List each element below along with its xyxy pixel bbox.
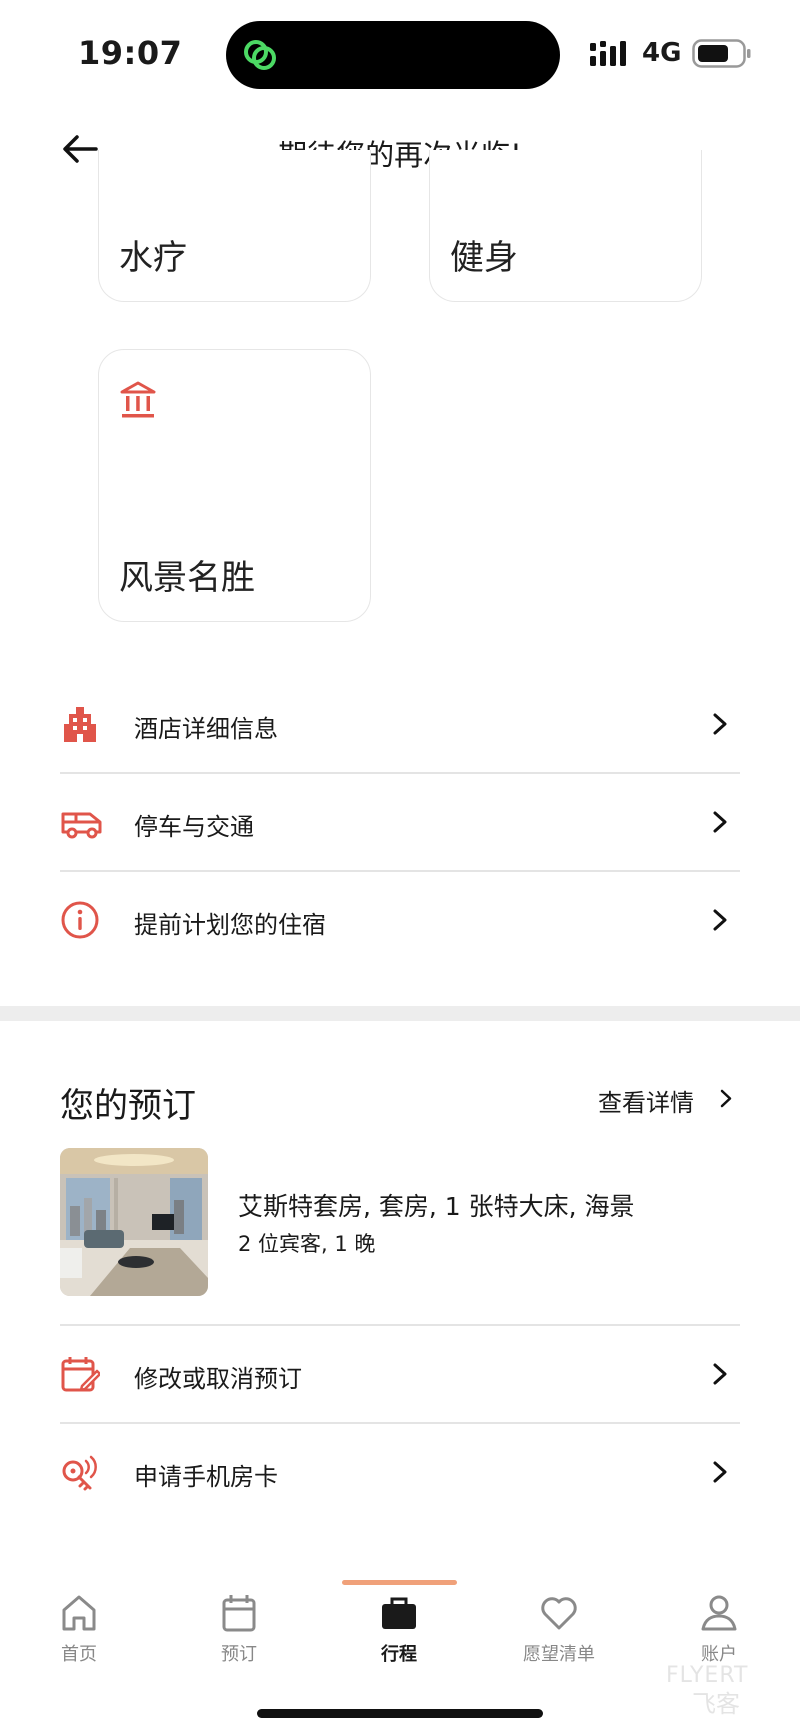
network-type: 4G [642,38,682,68]
chevron-right-icon [713,811,727,833]
svg-text:FLYERT: FLYERT [666,1663,748,1688]
tab-label: 首页 [61,1644,97,1665]
mobile-key-icon [62,1455,97,1491]
amenity-card-label: 健身 [450,238,518,278]
row-label: 酒店详细信息 [134,715,278,743]
battery-icon [692,39,751,68]
info-icon [61,901,99,939]
row-label: 申请手机房卡 [134,1463,278,1491]
chevron-right-icon [713,909,727,931]
row-hotel-details[interactable]: 酒店详细信息 [60,675,740,773]
status-time: 19:07 [78,34,183,72]
app-activity-icon [244,40,276,70]
landmark-icon [120,381,156,418]
room-thumbnail[interactable] [60,1148,208,1296]
svg-text:飞客: 飞客 [692,1690,740,1718]
tab-wishlist[interactable]: 愿望清单 [504,1592,614,1672]
row-label: 修改或取消预订 [134,1365,302,1393]
dynamic-island [226,21,560,89]
section-separator [0,1006,800,1021]
tab-label: 行程 [381,1644,417,1665]
amenity-card-label: 风景名胜 [119,558,255,598]
row-plan-stay[interactable]: 提前计划您的住宿 [60,871,740,969]
home-icon [62,1595,96,1631]
room-name: 艾斯特套房, 套房, 1 张特大床, 海景 [238,1192,635,1221]
amenity-card-spa[interactable]: 水疗 [98,150,371,302]
heart-icon [541,1597,577,1630]
chevron-right-icon [713,1363,727,1385]
home-indicator [257,1709,543,1718]
tab-home[interactable]: 首页 [24,1592,134,1672]
row-mobile-key[interactable]: 申请手机房卡 [60,1423,740,1521]
row-label: 停车与交通 [134,813,254,841]
chevron-right-icon[interactable] [720,1089,732,1108]
chevron-right-icon [713,1461,727,1483]
tab-bookings[interactable]: 预订 [184,1592,294,1672]
building-icon [64,707,96,742]
van-icon [61,812,102,839]
amenity-card-label: 水疗 [119,238,187,278]
status-bar: 19:07 4G [0,0,800,100]
active-tab-indicator [342,1580,457,1585]
calendar-edit-icon [61,1357,100,1392]
booking-section-title: 您的预订 [60,1086,196,1126]
calendar-icon [222,1595,256,1632]
tab-trips[interactable]: 行程 [344,1592,454,1672]
signal-icon [590,41,626,66]
account-icon [701,1595,737,1631]
tab-label: 愿望清单 [523,1644,595,1665]
briefcase-icon [382,1597,416,1629]
view-details-link[interactable]: 查看详情 [598,1083,694,1118]
amenity-card-scenic[interactable]: 风景名胜 [98,349,371,622]
chevron-right-icon [713,713,727,735]
tab-label: 预订 [221,1644,257,1665]
amenity-card-fitness[interactable]: 健身 [429,150,702,302]
watermark-logo: FLYERT 飞客 [666,1663,748,1718]
room-guests: 2 位宾客, 1 晚 [238,1232,376,1256]
row-parking-transport[interactable]: 停车与交通 [60,773,740,871]
row-label: 提前计划您的住宿 [134,911,326,939]
row-modify-cancel[interactable]: 修改或取消预订 [60,1325,740,1423]
